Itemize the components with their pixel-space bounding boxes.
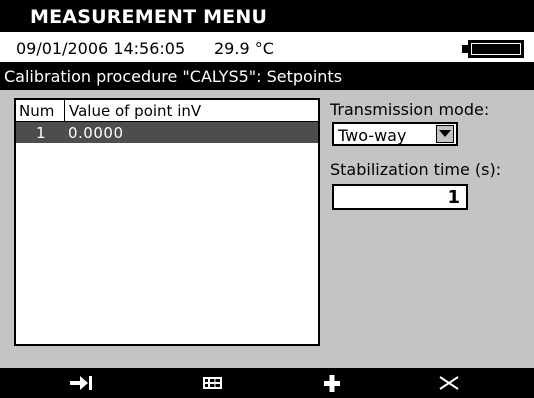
window-title: MEASUREMENT MENU xyxy=(30,6,268,28)
delete-x-icon[interactable] xyxy=(428,368,488,398)
transmission-mode-label: Transmission mode: xyxy=(330,100,490,119)
arrow-right-to-bar-icon[interactable] xyxy=(62,368,122,398)
title-bar: MEASUREMENT MENU xyxy=(0,0,534,32)
status-datetime: 09/01/2006 14:56:05 xyxy=(16,39,186,58)
setpoints-list[interactable]: Num Value of point inV 1 0.0000 xyxy=(14,98,320,346)
panel-body: Num Value of point inV 1 0.0000 Transmis… xyxy=(0,90,534,368)
row-num: 1 xyxy=(36,124,46,142)
stabilization-time-input[interactable]: 1 xyxy=(332,184,468,210)
list-header: Num Value of point inV xyxy=(16,100,318,122)
battery-level xyxy=(471,43,521,55)
stabilization-time-value: 1 xyxy=(447,187,460,208)
battery-icon xyxy=(462,40,526,58)
measurement-screen: MEASUREMENT MENU 09/01/2006 14:56:05 29.… xyxy=(0,0,534,398)
status-bar: 09/01/2006 14:56:05 29.9 °C xyxy=(0,32,534,62)
column-header-num[interactable]: Num xyxy=(19,102,54,120)
column-separator xyxy=(64,100,65,122)
softkey-bar xyxy=(0,368,534,398)
column-header-value[interactable]: Value of point inV xyxy=(69,102,201,120)
panel-header: Calibration procedure "CALYS5": Setpoint… xyxy=(0,62,534,90)
transmission-mode-value: Two-way xyxy=(338,126,407,145)
transmission-mode-select[interactable]: Two-way xyxy=(332,122,458,146)
stabilization-time-label: Stabilization time (s): xyxy=(330,160,502,179)
table-icon[interactable] xyxy=(190,368,250,398)
row-value: 0.0000 xyxy=(68,124,124,142)
panel-title: Calibration procedure "CALYS5": Setpoint… xyxy=(4,67,343,86)
list-row-selected[interactable]: 1 0.0000 xyxy=(16,122,318,143)
chevron-down-icon[interactable] xyxy=(436,125,454,143)
status-temperature: 29.9 °C xyxy=(214,39,274,58)
plus-icon[interactable] xyxy=(308,368,368,398)
